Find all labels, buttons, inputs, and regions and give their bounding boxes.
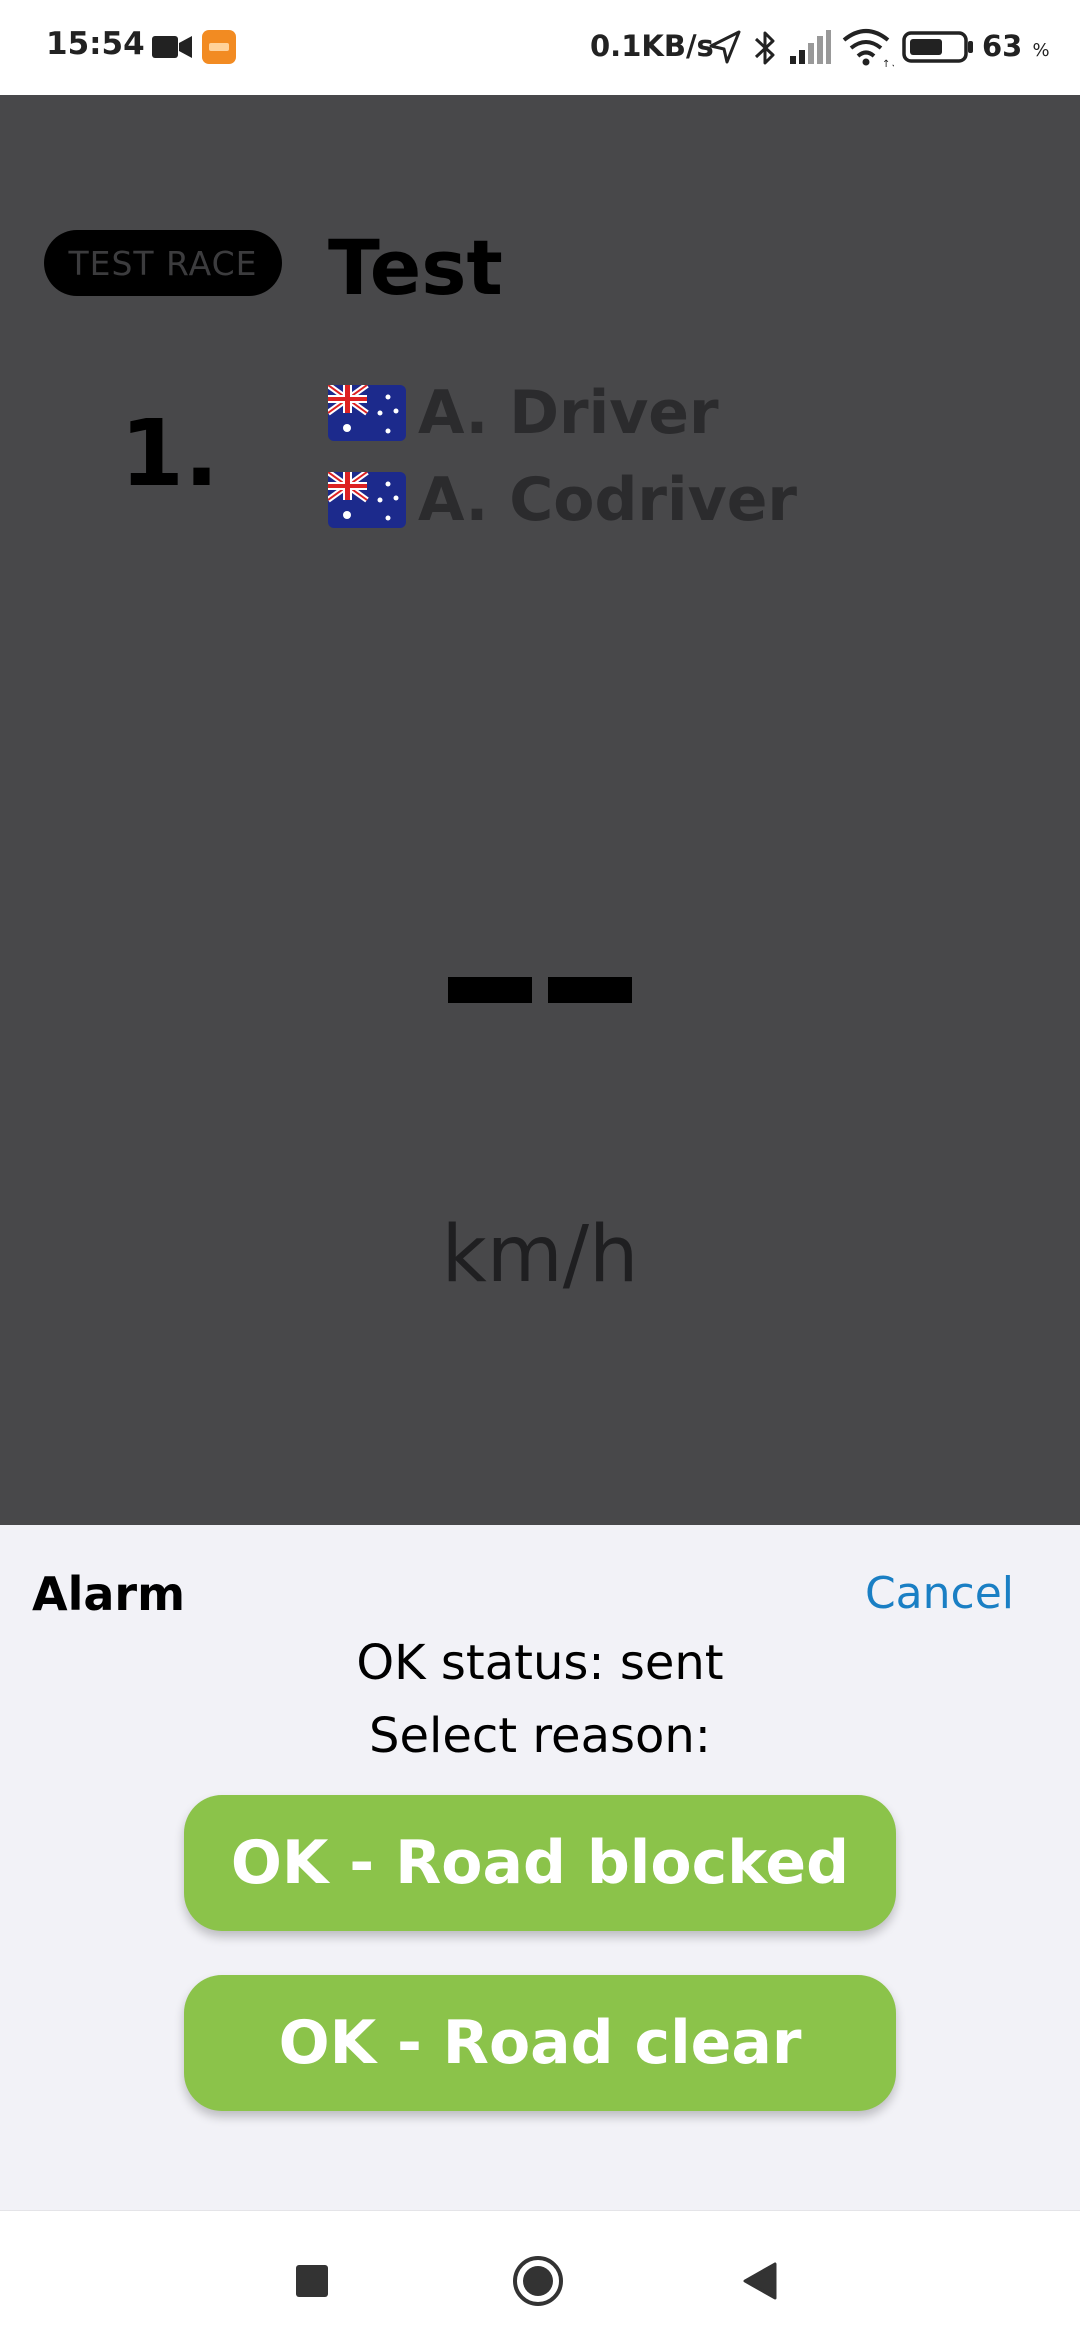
- race-screen-overlay: TEST RACE Test 1. A. Driver A. Codriver …: [0, 95, 1080, 1525]
- battery-icon: [902, 31, 973, 63]
- ok-status-text: OK status: sent: [356, 1635, 724, 1691]
- crew-row-driver: A. Driver: [328, 378, 719, 448]
- select-reason-prompt: Select reason:: [369, 1708, 711, 1764]
- back-button[interactable]: [730, 2251, 790, 2311]
- race-title: Test: [328, 223, 503, 312]
- network-speed: 0.1KB/s: [590, 29, 714, 63]
- back-icon: [743, 2262, 777, 2300]
- speed-unit: km/h: [441, 1210, 639, 1300]
- sheet-title: Alarm: [32, 1567, 186, 1621]
- navigation-bar: [0, 2210, 1080, 2341]
- cell-signal-icon: [790, 30, 831, 64]
- codriver-name: A. Codriver: [418, 465, 797, 535]
- road-blocked-button[interactable]: OK - Road blocked: [184, 1795, 896, 1931]
- australia-flag-icon: [328, 472, 406, 528]
- bluetooth-icon: [754, 31, 775, 65]
- crew-row-codriver: A. Codriver: [328, 465, 797, 535]
- battery-percentage: 63 %: [982, 29, 1050, 63]
- race-type-badge: TEST RACE: [44, 230, 282, 296]
- home-icon: [513, 2256, 563, 2306]
- battery-unit: %: [1032, 40, 1050, 61]
- app-notification-icon: [202, 30, 236, 64]
- wifi-icon: ↑↓: [842, 29, 894, 68]
- speed-dash: [548, 977, 632, 1003]
- alarm-sheet: Alarm Cancel OK status: sent Select reas…: [0, 1525, 1080, 2210]
- australia-flag-icon: [328, 385, 406, 441]
- status-bar: 15:54 0.1KB/s ↑↓ 63 %: [0, 0, 1080, 95]
- video-camera-icon: [152, 36, 192, 58]
- speed-value-placeholder: [448, 977, 636, 1003]
- location-arrow-icon: [709, 30, 741, 64]
- position-number: 1.: [120, 400, 219, 507]
- driver-name: A. Driver: [418, 378, 719, 448]
- recent-apps-icon: [296, 2265, 328, 2297]
- svg-text:↑↓: ↑↓: [882, 59, 894, 68]
- speed-dash: [448, 977, 532, 1003]
- road-clear-button[interactable]: OK - Road clear: [184, 1975, 896, 2111]
- cancel-button[interactable]: Cancel: [865, 1568, 1014, 1619]
- battery-level: 63: [982, 29, 1023, 63]
- status-time: 15:54: [46, 26, 145, 62]
- home-button[interactable]: [508, 2251, 568, 2311]
- recent-apps-button[interactable]: [282, 2251, 342, 2311]
